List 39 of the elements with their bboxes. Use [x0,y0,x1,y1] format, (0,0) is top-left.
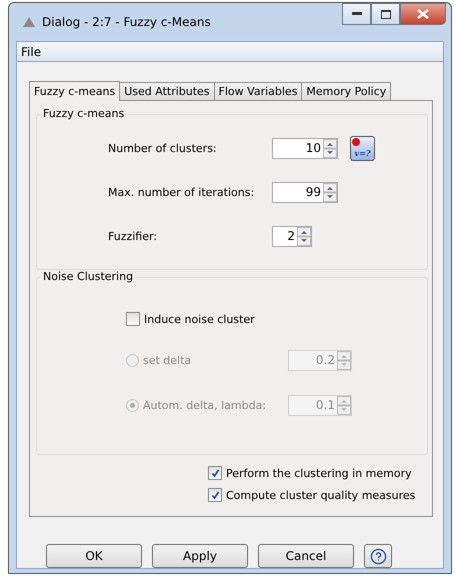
minimize-icon [352,12,362,16]
maximize-button[interactable] [371,3,400,25]
tab[interactable]: Fuzzy c-means [29,81,120,101]
checkmark-icon [210,468,220,478]
number-spinner[interactable]: 99 [272,182,338,202]
window-title: Dialog - 2:7 - Fuzzy c-Means [42,15,212,29]
radio-label: set delta [143,354,192,366]
checkbox-label: Compute cluster quality measures [226,488,416,502]
help-button[interactable] [364,544,392,568]
group-title: Noise Clustering [41,270,136,283]
radio-label: Autom. delta, lambda: [143,398,266,412]
dialog-button[interactable]: OK [46,544,142,568]
close-icon [417,9,429,19]
checkbox-label: Perform the clustering in memory [226,466,412,480]
maximize-icon [380,10,390,18]
checkbox[interactable] [208,466,222,480]
triangle-icon [22,16,36,28]
menu-item[interactable]: File [21,44,42,58]
number-spinner[interactable]: 10 [272,138,338,158]
checkbox[interactable] [126,312,140,326]
dialog-button[interactable]: Cancel [258,544,354,568]
checkmark-icon [210,490,220,500]
field-label: Fuzzifier: [108,230,158,242]
tab[interactable]: Used Attributes [119,82,215,101]
checkbox[interactable] [208,488,222,502]
close-button[interactable] [400,3,446,25]
minimize-button[interactable] [342,3,371,25]
dialog-button[interactable]: Apply [152,544,248,568]
checkbox-label: Induce noise cluster [144,312,255,326]
tab[interactable]: Memory Policy [301,82,392,101]
spinner-arrows-icon[interactable] [297,226,311,246]
spinner-arrows-icon[interactable] [323,138,337,158]
spinner-arrows-icon[interactable] [323,182,337,202]
field-label: Number of clusters: [108,142,218,154]
group-title: Fuzzy c-means [41,107,126,120]
flow-variable-button[interactable]: v=? [350,136,375,160]
field-label: Max. number of iterations: [108,186,256,198]
number-spinner[interactable]: 2 [272,226,312,246]
tab[interactable]: Flow Variables [214,82,302,101]
